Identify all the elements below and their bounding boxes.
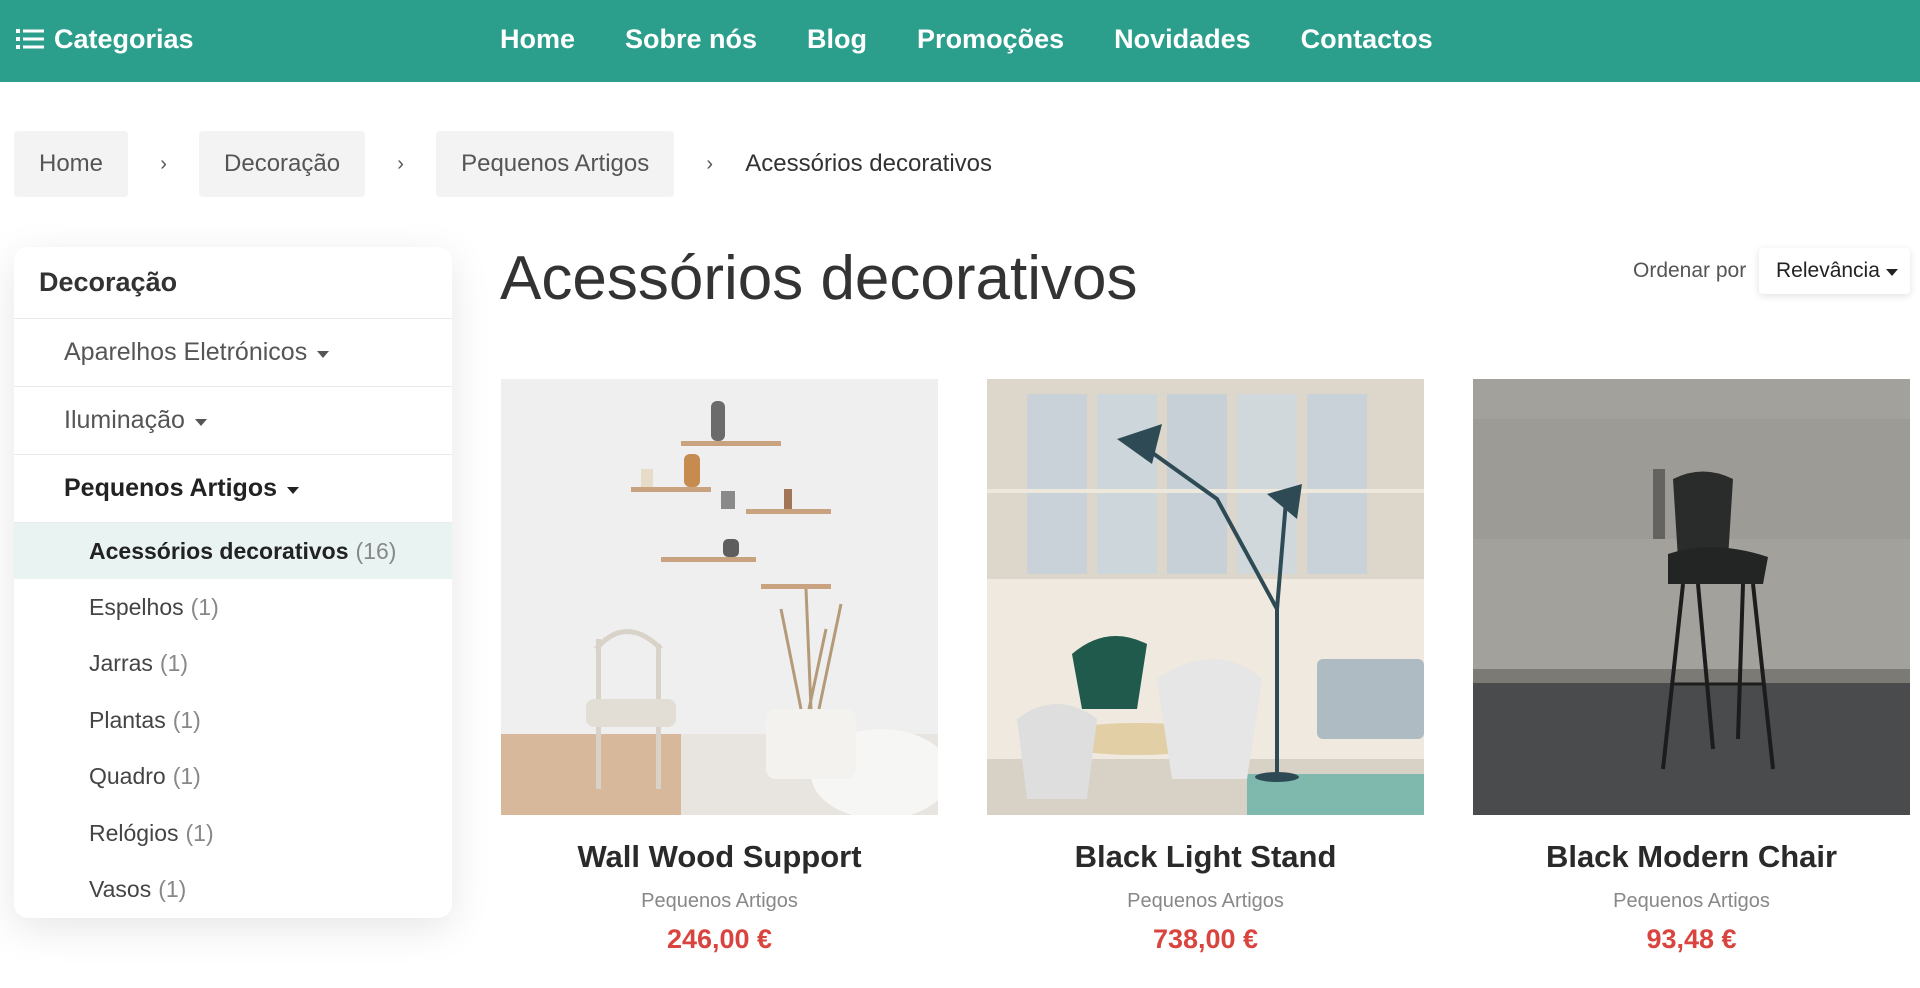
product-image-modern-chair[interactable] <box>1473 379 1910 815</box>
nav-about[interactable]: Sobre nós <box>625 24 757 55</box>
sidebar-subitem-relogios[interactable]: Relógios (1) <box>14 805 452 862</box>
product-name[interactable]: Wall Wood Support <box>501 839 938 875</box>
subitem-count: (1) <box>159 650 189 677</box>
breadcrumb-decoracao[interactable]: Decoração <box>199 131 366 197</box>
breadcrumb-separator: › <box>160 152 167 175</box>
subitem-count: (1) <box>172 706 201 733</box>
sidebar-subitem-acessorios-decorativos[interactable]: Acessórios decorativos (16) <box>14 523 452 579</box>
subitem-count: (1) <box>172 763 201 790</box>
product-category: Pequenos Artigos <box>641 890 798 912</box>
breadcrumb-separator: › <box>397 152 404 175</box>
product-price: 93,48 € <box>1646 924 1737 954</box>
sort-dropdown[interactable]: Relevância <box>1759 248 1910 294</box>
nav-news[interactable]: Novidades <box>1114 24 1251 55</box>
sidebar-subitem-quadro[interactable]: Quadro (1) <box>14 749 452 806</box>
subitem-label: Vasos <box>89 876 152 903</box>
sidebar-item-iluminacao[interactable]: Iluminação <box>14 387 452 455</box>
subitem-label: Espelhos <box>89 593 184 620</box>
sidebar-subitem-espelhos[interactable]: Espelhos (1) <box>14 579 452 636</box>
breadcrumb: Home › Decoração › Pequenos Artigos › Ac… <box>14 131 992 197</box>
subitem-label: Jarras <box>89 650 153 677</box>
sort-label: Ordenar por <box>1633 259 1747 282</box>
breadcrumb-separator: › <box>706 152 714 175</box>
product-price: 738,00 € <box>1152 924 1259 954</box>
nav-home[interactable]: Home <box>500 24 575 55</box>
product-name[interactable]: Black Light Stand <box>987 839 1424 875</box>
product-name[interactable]: Black Modern Chair <box>1473 839 1910 875</box>
sort-value: Relevância <box>1776 259 1880 282</box>
sidebar-item-label: Pequenos Artigos <box>64 474 277 502</box>
caret-down-icon <box>317 350 330 358</box>
product-card: Black Light Stand Pequenos Artigos 738,0… <box>987 379 1424 955</box>
breadcrumb-pequenos-artigos[interactable]: Pequenos Artigos <box>436 131 675 197</box>
page-title: Acessórios decorativos <box>500 244 1138 313</box>
sidebar-item-label: Iluminação <box>64 406 185 434</box>
subitem-label: Relógios <box>89 819 179 846</box>
caret-down-icon <box>1885 269 1898 276</box>
sidebar-item-aparelhos-eletronicos[interactable]: Aparelhos Eletrónicos <box>14 319 452 387</box>
sidebar-subitem-vasos[interactable]: Vasos (1) <box>14 862 452 919</box>
list-icon <box>16 29 44 49</box>
subitem-label: Quadro <box>89 763 166 790</box>
sidebar-item-pequenos-artigos[interactable]: Pequenos Artigos <box>14 455 452 523</box>
subitem-label: Plantas <box>89 706 166 733</box>
product-image-wall-shelves[interactable] <box>501 379 938 815</box>
top-navigation-bar: Categorias Home Sobre nós Blog Promoções… <box>0 0 1920 82</box>
sidebar-title: Decoração <box>14 247 452 319</box>
product-card: Black Modern Chair Pequenos Artigos 93,4… <box>1473 379 1910 955</box>
categories-label: Categorias <box>54 23 194 54</box>
breadcrumb-home[interactable]: Home <box>14 131 129 197</box>
categories-button[interactable]: Categorias <box>16 0 194 78</box>
subitem-count: (16) <box>355 537 397 564</box>
subitem-count: (1) <box>190 593 219 620</box>
caret-down-icon <box>194 418 207 426</box>
product-category: Pequenos Artigos <box>1127 890 1284 912</box>
sidebar-subitem-jarras[interactable]: Jarras (1) <box>14 636 452 693</box>
product-image-light-stand[interactable] <box>987 379 1424 815</box>
breadcrumb-current: Acessórios decorativos <box>745 150 993 177</box>
nav-blog[interactable]: Blog <box>807 24 867 55</box>
product-category: Pequenos Artigos <box>1613 890 1770 912</box>
subitem-count: (1) <box>185 819 214 846</box>
main-nav: Home Sobre nós Blog Promoções Novidades … <box>500 0 1483 78</box>
sidebar-subitem-plantas[interactable]: Plantas (1) <box>14 692 452 749</box>
nav-contacts[interactable]: Contactos <box>1301 24 1433 55</box>
nav-promotions[interactable]: Promoções <box>917 24 1064 55</box>
category-sidebar: Decoração Aparelhos Eletrónicos Iluminaç… <box>14 247 452 918</box>
subitem-label: Acessórios decorativos <box>89 537 349 564</box>
subitem-count: (1) <box>158 876 187 903</box>
caret-down-icon <box>287 486 299 494</box>
product-card: Wall Wood Support Pequenos Artigos 246,0… <box>501 379 938 955</box>
sidebar-item-label: Aparelhos Eletrónicos <box>64 338 308 366</box>
product-price: 246,00 € <box>666 924 773 954</box>
